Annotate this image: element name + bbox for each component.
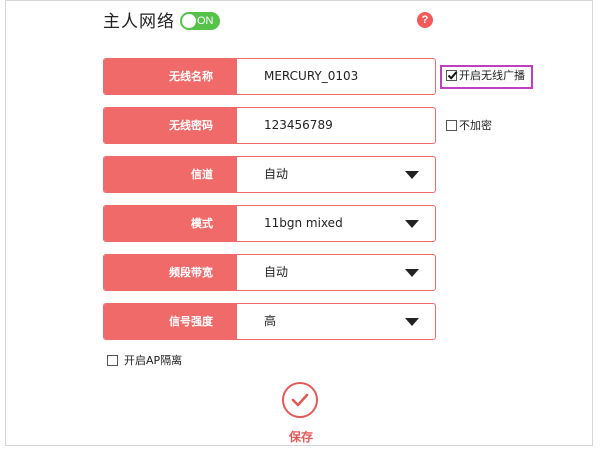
ssid-label: 无线名称 [104,59,237,94]
page-title: 主人网络 [103,12,175,32]
ap-isolation-option[interactable]: 开启AP隔离 [107,352,197,370]
toggle-state: ON [197,15,214,27]
signal-row[interactable]: 信号强度 高 [103,303,436,340]
bandwidth-label: 频段带宽 [104,255,237,290]
chevron-down-icon[interactable] [405,220,419,228]
broadcast-label: 开启无线广播 [459,69,525,82]
channel-row[interactable]: 信道 自动 [103,156,436,193]
ap-isolation-label: 开启AP隔离 [124,354,183,367]
password-label: 无线密码 [104,108,237,143]
no-encrypt-checkbox[interactable] [446,120,457,131]
mode-select-value[interactable]: 11bgn mixed [264,206,343,241]
network-toggle[interactable]: ON [180,12,220,30]
channel-select-value[interactable]: 自动 [264,157,288,192]
mode-row[interactable]: 模式 11bgn mixed [103,205,436,242]
no-encrypt-option[interactable]: 不加密 [446,117,506,135]
signal-label: 信号强度 [104,304,237,339]
broadcast-option[interactable]: 开启无线广播 [446,67,532,85]
mode-label: 模式 [104,206,237,241]
no-encrypt-label: 不加密 [459,119,492,132]
signal-select-value[interactable]: 高 [264,304,276,339]
checkmark-icon [447,71,458,80]
save-label[interactable]: 保存 [285,428,317,445]
bandwidth-select-value[interactable]: 自动 [264,255,288,290]
broadcast-checkbox[interactable] [446,70,458,81]
help-icon[interactable]: ? [417,12,433,28]
bandwidth-row[interactable]: 频段带宽 自动 [103,254,436,291]
chevron-down-icon[interactable] [405,269,419,277]
ssid-row: 无线名称 MERCURY_0103 [103,58,436,95]
toggle-knob [182,14,196,28]
channel-label: 信道 [104,157,237,192]
password-row: 无线密码 123456789 [103,107,436,144]
ssid-input[interactable]: MERCURY_0103 [264,59,358,94]
chevron-down-icon[interactable] [405,171,419,179]
ap-isolation-checkbox[interactable] [107,355,118,366]
password-input[interactable]: 123456789 [264,108,333,143]
save-button[interactable] [282,382,318,418]
checkmark-icon [291,393,309,407]
chevron-down-icon[interactable] [405,318,419,326]
